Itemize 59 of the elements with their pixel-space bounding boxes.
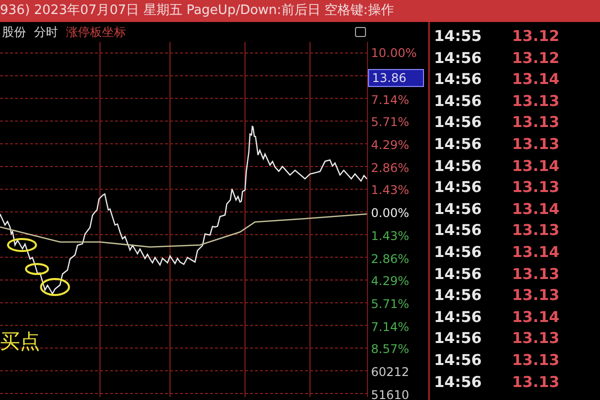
tick-price: 13.12 [512,48,560,68]
highlight-ellipse [40,278,70,296]
axis-label: 2.86% [370,250,410,268]
axis-label: 51610 [370,386,410,400]
tick-price: 13.14 [512,156,560,176]
chart-tab[interactable]: 分时 [34,23,58,41]
axis-label: 1.43% [370,228,410,245]
chart-tab[interactable]: 股份 [2,23,26,41]
tick-price: 13.13 [512,372,560,392]
tick-price: 13.13 [512,134,560,155]
axis-label: 10.00% [370,45,418,62]
chart-tab[interactable]: 涨停板坐标 [66,23,126,41]
annotation-text: 买点 [0,329,40,353]
axis-label: 7.14% [370,92,410,109]
axis-label: 8.57% [370,341,410,358]
tick-price: 13.14 [512,198,560,220]
axis-label: 1.43% [370,182,410,200]
highlight-ellipse [7,238,37,252]
tick-time: 14:56 [434,328,483,349]
tick-time: 14:56 [434,242,483,263]
tick-price: 13.13 [512,285,560,306]
axis-label: 0.00% [370,205,410,222]
tick-time: 14:56 [434,90,483,112]
tick-time: 14:56 [434,285,483,306]
tick-time: 14:56 [434,156,483,176]
cursor-price-label: 13.86 [368,68,424,87]
axis-label: 5.71% [370,114,410,132]
tick-price: 13.13 [512,328,560,349]
tick-time: 14:56 [434,177,483,198]
tick-time: 14:56 [434,220,483,241]
axis-label: 7.14% [370,318,410,336]
tick-price: 13.13 [512,112,560,133]
tick-price: 13.13 [512,90,560,112]
tick-time: 14:56 [434,48,483,68]
tick-time: 14:56 [434,69,483,90]
axis-label: 4.29% [370,137,410,154]
tick-price: 13.14 [512,242,560,263]
tick-time: 14:56 [434,134,483,155]
tick-price: 13.14 [512,69,560,90]
tick-time: 14:55 [434,26,483,47]
window-title: 936) 2023年07月07日 星期五 PageUp/Down:前后日 空格键:操作 [0,0,600,22]
window-icon[interactable] [355,27,366,37]
highlight-ellipse [25,263,49,275]
tick-time: 14:56 [434,264,483,284]
tick-price: 13.12 [512,26,560,47]
axis-label: 4.29% [370,273,410,290]
axis-label: 60212 [370,364,410,381]
tick-price: 13.14 [512,306,560,328]
tick-price: 13.13 [512,177,560,198]
tick-time: 14:56 [434,350,483,370]
tick-time: 14:56 [434,306,483,328]
tick-price: 13.13 [512,264,560,284]
axis-label: 5.71% [370,296,410,313]
tick-price: 13.13 [512,220,560,241]
tick-time: 14:56 [434,198,483,220]
tick-time: 14:56 [434,372,483,392]
tick-time: 14:56 [434,112,483,133]
tick-price: 13.13 [512,350,560,370]
axis-label: 2.86% [370,160,410,177]
